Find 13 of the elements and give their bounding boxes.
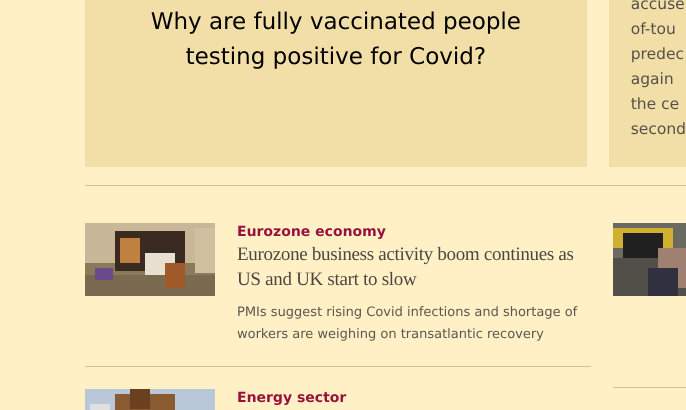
story-summary: PMIs suggest rising Covid infections and shortage of workers are weighing on transatlantic recovery [237, 304, 578, 344]
card-text: again [630, 69, 674, 90]
story-card[interactable]: Why are fully vaccinated people testing positive for Covid? [85, 0, 587, 167]
card-text: accuse [630, 0, 685, 15]
story-card[interactable]: accuse of-tou predec again the ce second [608, 0, 686, 167]
story-headline[interactable]: Eurozone business activity boom continues as US and UK start to slow [237, 242, 591, 292]
card-text: predec [630, 44, 684, 65]
card-text: the ce [630, 94, 680, 115]
card-text: of-tou [630, 19, 676, 40]
card-text: second [630, 119, 686, 140]
topic-link[interactable]: Energy sector [237, 389, 346, 407]
card-headline[interactable]: Why are fully vaccinated people testing positive for Covid? [125, 5, 547, 75]
topic-link[interactable]: Eurozone economy [237, 223, 386, 241]
